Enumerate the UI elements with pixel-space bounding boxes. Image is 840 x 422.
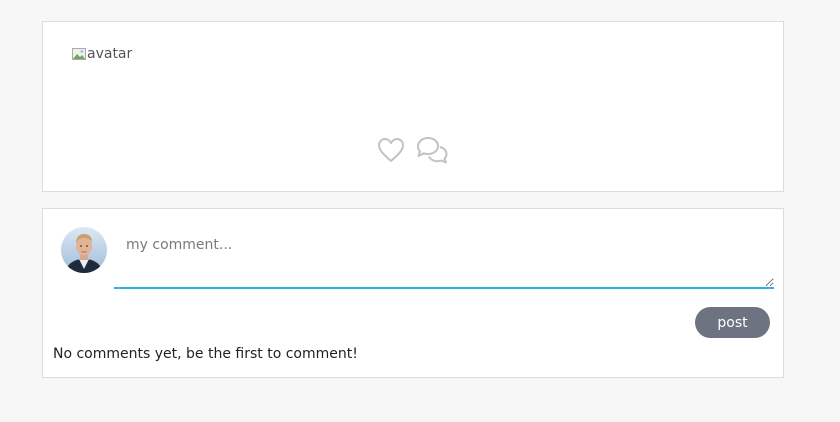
user-avatar [61, 227, 107, 273]
no-comments-message: No comments yet, be the first to comment… [53, 346, 358, 362]
post-avatar-alt-text: avatar [87, 46, 133, 62]
comment-input[interactable] [114, 223, 774, 289]
speech-bubbles-icon[interactable] [415, 135, 449, 169]
post-actions [377, 135, 449, 169]
broken-image-icon [72, 48, 86, 60]
post-avatar-image: avatar [72, 46, 132, 62]
user-avatar-photo [61, 227, 107, 273]
heart-outline-icon[interactable] [377, 137, 405, 167]
post-card: avatar [42, 21, 784, 192]
comment-card: post No comments yet, be the first to co… [42, 208, 784, 378]
post-comment-button[interactable]: post [695, 307, 770, 338]
